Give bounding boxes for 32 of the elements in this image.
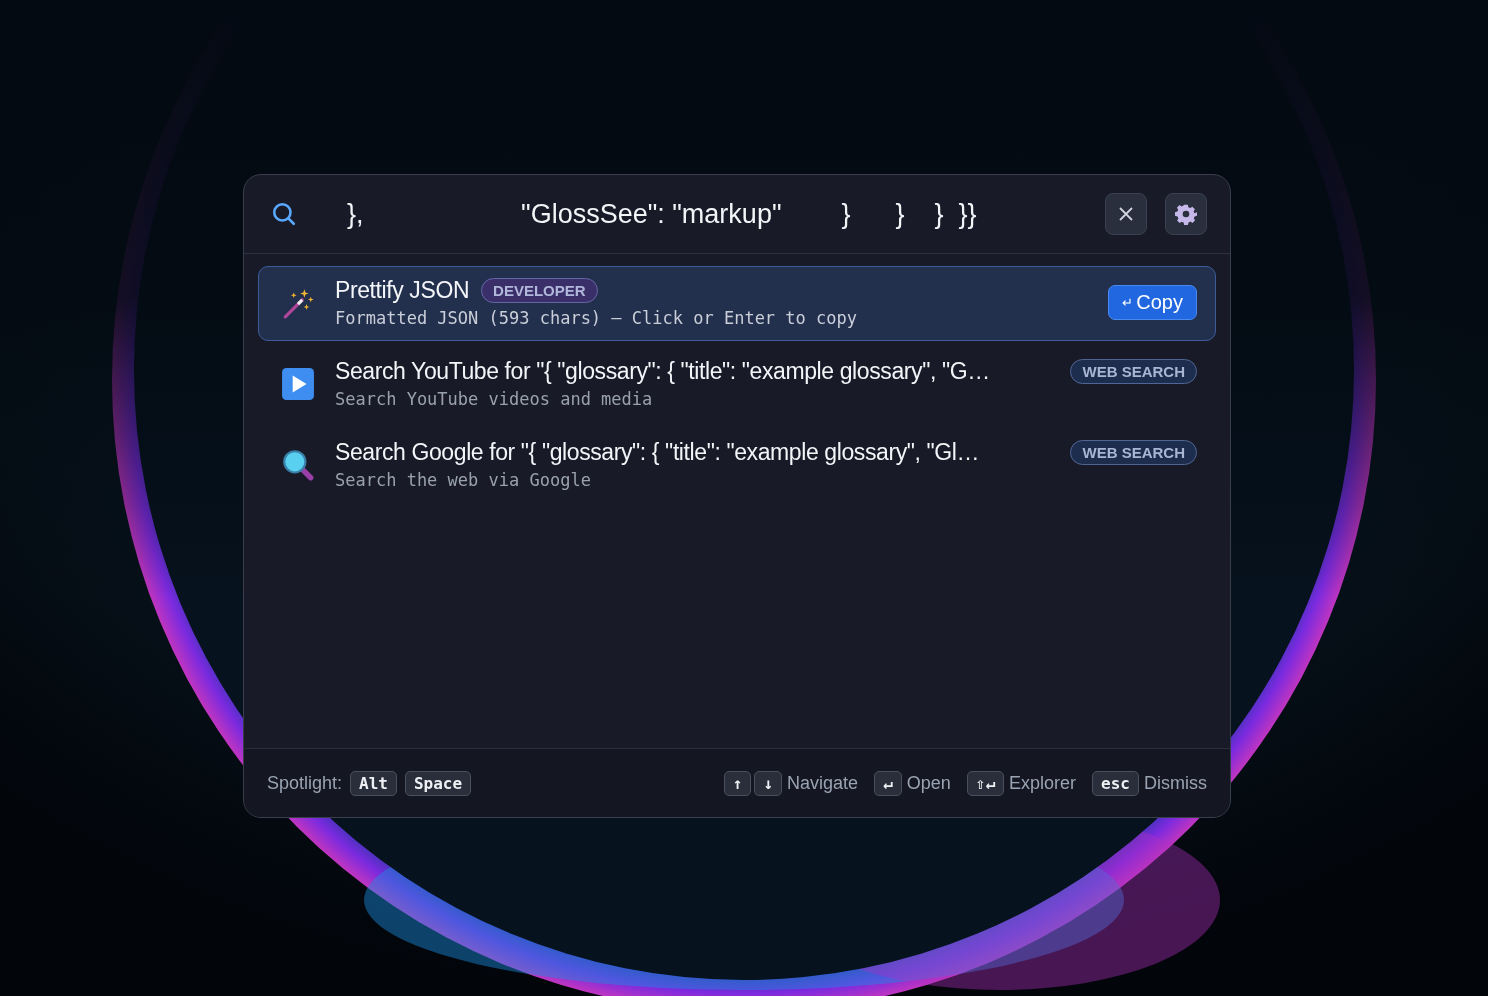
category-badge: DEVELOPER	[481, 278, 598, 303]
search-field[interactable]: }, "GlossSee": "markup" } } } }}	[307, 198, 1087, 230]
hint-label: Explorer	[1009, 772, 1077, 794]
key-cap: ↑	[723, 770, 752, 796]
magnifier-icon	[281, 447, 315, 482]
result-title: Search Google for "{ "glossary": { "title": "example glossary", "Gl…	[335, 439, 980, 466]
close-button[interactable]	[1105, 193, 1147, 235]
key-cap: ⇧↵	[966, 770, 1005, 796]
result-title: Prettify JSON	[335, 277, 470, 304]
result-subtitle: Formatted JSON (593 chars) — Click or Enter to copy	[335, 308, 858, 328]
result-item[interactable]: Search YouTube for "{ "glossary": { "title": "example glossary", "G… WEB SEARCH Search YouTube videos and media	[258, 347, 1216, 422]
result-item[interactable]: Prettify JSON DEVELOPER Formatted JSON (593 chars) — Click or Enter to copy ↵Copy	[258, 266, 1216, 341]
play-icon	[281, 366, 315, 401]
copy-button[interactable]: ↵Copy	[1108, 285, 1197, 320]
key-cap: ↵	[874, 770, 902, 796]
result-title: Search YouTube for "{ "glossary": { "title": "example glossary", "G…	[335, 358, 990, 385]
key-cap: esc	[1092, 770, 1139, 796]
result-item[interactable]: Search Google for "{ "glossary": { "title": "example glossary", "Gl… WEB SEARCH Search the web via Google	[258, 428, 1216, 503]
hint-label: Spotlight:	[267, 772, 343, 794]
key-cap: Alt	[350, 770, 397, 796]
key-cap: Space	[404, 770, 472, 796]
hint-label: Open	[906, 772, 951, 794]
settings-button[interactable]	[1165, 193, 1207, 235]
result-subtitle: Search YouTube videos and media	[335, 389, 654, 409]
hint-label: Navigate	[787, 772, 859, 794]
search-icon	[271, 201, 297, 227]
category-badge: WEB SEARCH	[1070, 440, 1197, 465]
hint-label: Dismiss	[1144, 772, 1207, 794]
key-cap: ↓	[754, 770, 783, 796]
result-subtitle: Search the web via Google	[335, 470, 592, 490]
category-badge: WEB SEARCH	[1070, 359, 1197, 384]
settings-icon	[1175, 203, 1197, 225]
